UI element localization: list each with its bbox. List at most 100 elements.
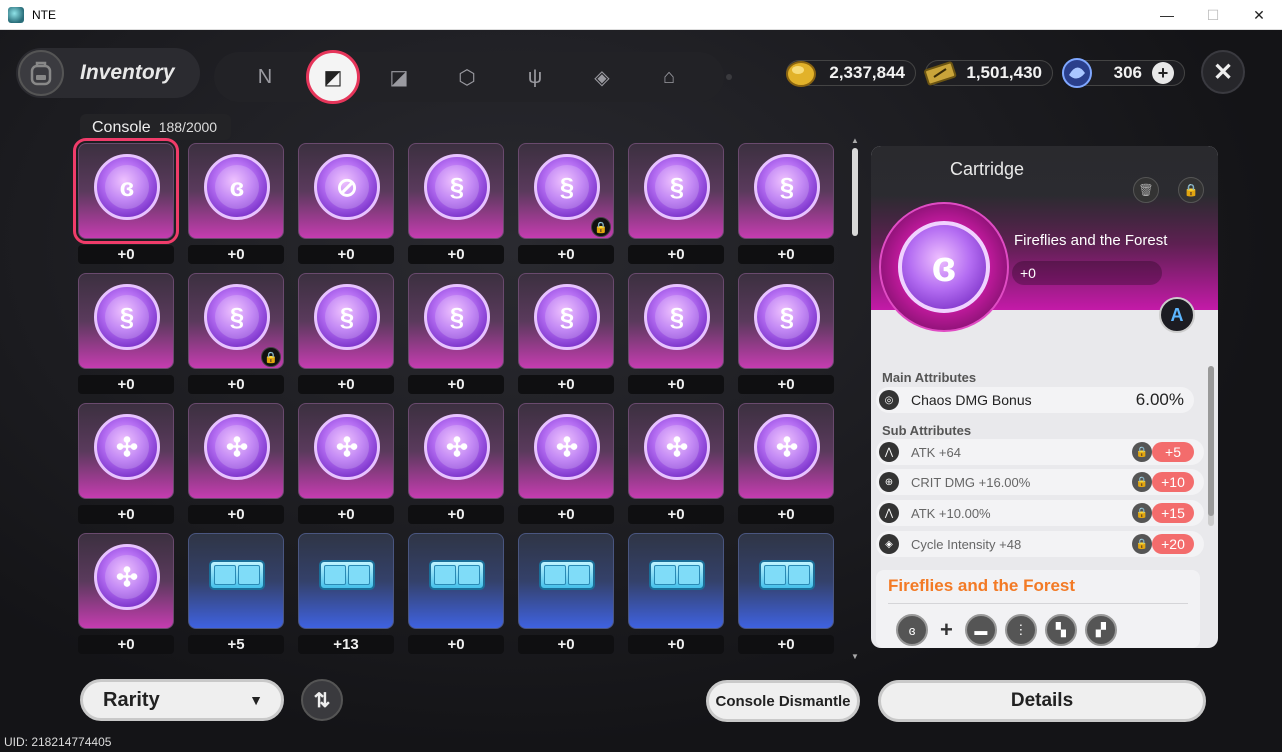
cartridge-item-card[interactable]: §	[408, 273, 504, 369]
panel-scroll-thumb[interactable]	[1208, 366, 1214, 516]
cartridge-item-card[interactable]: § 🔒	[518, 143, 614, 239]
cartridge-item-card[interactable]: ✣	[738, 403, 834, 499]
inventory-item[interactable]: ✣ +0	[628, 403, 724, 526]
cartridge-item-card[interactable]: §	[628, 273, 724, 369]
minimize-button[interactable]: —	[1144, 0, 1190, 30]
cartridge-orb-icon: §	[424, 284, 490, 350]
chip-item-card[interactable]	[408, 533, 504, 629]
tab-disc[interactable]: ◪	[379, 57, 419, 97]
inventory-item[interactable]: ✣ +0	[298, 403, 394, 526]
inventory-item[interactable]: § 🔒 +0	[518, 143, 614, 266]
inventory-item[interactable]: ✣ +0	[738, 403, 834, 526]
lock-icon[interactable]: 🔒	[1132, 534, 1152, 554]
cartridge-item-card[interactable]: §	[738, 143, 834, 239]
chip-item-card[interactable]	[518, 533, 614, 629]
cartridge-item-card[interactable]: ɞ	[73, 138, 179, 244]
cartridge-item-card[interactable]: §	[628, 143, 724, 239]
panel-scrollbar[interactable]	[1208, 366, 1214, 526]
sub-attribute-row: ⊕ CRIT DMG +16.00% 🔒 +10	[876, 469, 1204, 495]
inventory-item[interactable]: ✣ +0	[408, 403, 504, 526]
lock-icon[interactable]: 🔒	[1132, 442, 1152, 462]
inventory-item[interactable]: § +0	[738, 143, 834, 266]
chip-item-card[interactable]	[298, 533, 394, 629]
rarity-sort-dropdown[interactable]: Rarity ▼	[80, 679, 284, 721]
grid-scroll-thumb[interactable]	[852, 148, 858, 236]
window-close-button[interactable]: ✕	[1236, 0, 1282, 30]
cartridge-item-card[interactable]: §	[518, 273, 614, 369]
inventory-item[interactable]: +0	[738, 533, 834, 656]
inventory-item[interactable]: § +0	[298, 273, 394, 396]
item-level: +0	[628, 505, 724, 524]
details-button[interactable]: Details	[878, 680, 1206, 722]
maximize-button[interactable]: ☐	[1190, 0, 1236, 30]
cartridge-item-card[interactable]: §	[408, 143, 504, 239]
console-dismantle-button[interactable]: Console Dismantle	[706, 680, 860, 722]
inventory-item[interactable]: § 🔒 +0	[188, 273, 284, 396]
cartridge-item-card[interactable]: § 🔒	[188, 273, 284, 369]
inventory-item[interactable]: ɞ +0	[188, 143, 284, 266]
inventory-item[interactable]: ⊘ +0	[298, 143, 394, 266]
chip-item-card[interactable]	[188, 533, 284, 629]
inventory-item[interactable]: § +0	[738, 273, 834, 396]
inventory-item[interactable]: § +0	[408, 143, 504, 266]
inventory-item[interactable]: +0	[518, 533, 614, 656]
divider	[888, 603, 1188, 604]
cartridge-item-card[interactable]: ✣	[78, 533, 174, 629]
cartridge-item-card[interactable]: ⊘	[298, 143, 394, 239]
inventory-item[interactable]: § +0	[628, 273, 724, 396]
item-level: +0	[518, 245, 614, 264]
inventory-item[interactable]: ✣ +0	[518, 403, 614, 526]
set-main-icon[interactable]: ɞ	[896, 614, 928, 646]
cartridge-item-card[interactable]: ✣	[518, 403, 614, 499]
set-piece-icon[interactable]: ▞	[1084, 614, 1117, 646]
inventory-item[interactable]: ✣ +0	[188, 403, 284, 526]
lock-icon[interactable]: 🔒	[1178, 177, 1204, 203]
set-bonus-box: Fireflies and the Forest ɞ + ▬ ⋮ ▚ ▞	[876, 570, 1200, 648]
cartridge-item-card[interactable]: §	[298, 273, 394, 369]
tab-cube[interactable]: ⬡	[447, 57, 487, 97]
set-piece-icon[interactable]: ▚	[1044, 614, 1077, 646]
inventory-item[interactable]: +0	[408, 533, 504, 656]
chip-item-card[interactable]	[628, 533, 724, 629]
cartridge-item-card[interactable]: §	[78, 273, 174, 369]
inventory-item[interactable]: +0	[628, 533, 724, 656]
close-button[interactable]: ✕	[1201, 50, 1245, 94]
cartridge-item-card[interactable]: ✣	[78, 403, 174, 499]
tab-n-logo[interactable]: N	[245, 57, 285, 97]
set-piece-icon[interactable]: ⋮	[1004, 614, 1037, 646]
inventory-item[interactable]: § +0	[628, 143, 724, 266]
chip-item-card[interactable]	[738, 533, 834, 629]
sub-attribute-bonus: +5	[1152, 442, 1194, 462]
cartridge-item-card[interactable]: ✣	[298, 403, 394, 499]
inventory-item[interactable]: +5	[188, 533, 284, 656]
tab-food[interactable]: ψ	[515, 57, 555, 97]
add-crystal-button[interactable]: +	[1152, 62, 1174, 84]
inventory-item[interactable]: ✣ +0	[78, 533, 174, 656]
gold-amount: 2,337,844	[829, 63, 905, 82]
cartridge-item-card[interactable]: ✣	[408, 403, 504, 499]
item-level: +0	[628, 635, 724, 654]
cartridge-item-card[interactable]: §	[738, 273, 834, 369]
crit-icon: ⊕	[879, 472, 899, 492]
cartridge-item-card[interactable]: ✣	[188, 403, 284, 499]
inventory-item[interactable]: § +0	[78, 273, 174, 396]
inventory-item[interactable]: +13	[298, 533, 394, 656]
inventory-item[interactable]: ɞ +0	[73, 138, 179, 266]
set-title[interactable]: Fireflies and the Forest	[888, 576, 1075, 596]
lock-icon[interactable]: 🔒	[1132, 472, 1152, 492]
grid-scrollbar[interactable]: ▲ ▼	[851, 136, 859, 661]
lock-icon[interactable]: 🔒	[1132, 503, 1152, 523]
tab-cartridge[interactable]: ◩	[306, 50, 360, 104]
cartridge-item-card[interactable]: ɞ	[188, 143, 284, 239]
trash-icon[interactable]: 🗑	[1133, 177, 1159, 203]
set-piece-icon[interactable]: ▬	[964, 614, 997, 646]
sort-order-button[interactable]: ⇅	[301, 679, 343, 721]
tab-box[interactable]: ◈	[582, 57, 622, 97]
sub-attribute-name: Cycle Intensity +48	[911, 536, 1022, 552]
cartridge-item-card[interactable]: ✣	[628, 403, 724, 499]
window-title: NTE	[32, 7, 56, 22]
inventory-item[interactable]: ✣ +0	[78, 403, 174, 526]
tab-house[interactable]: ⌂	[649, 57, 689, 97]
inventory-item[interactable]: § +0	[518, 273, 614, 396]
inventory-item[interactable]: § +0	[408, 273, 504, 396]
